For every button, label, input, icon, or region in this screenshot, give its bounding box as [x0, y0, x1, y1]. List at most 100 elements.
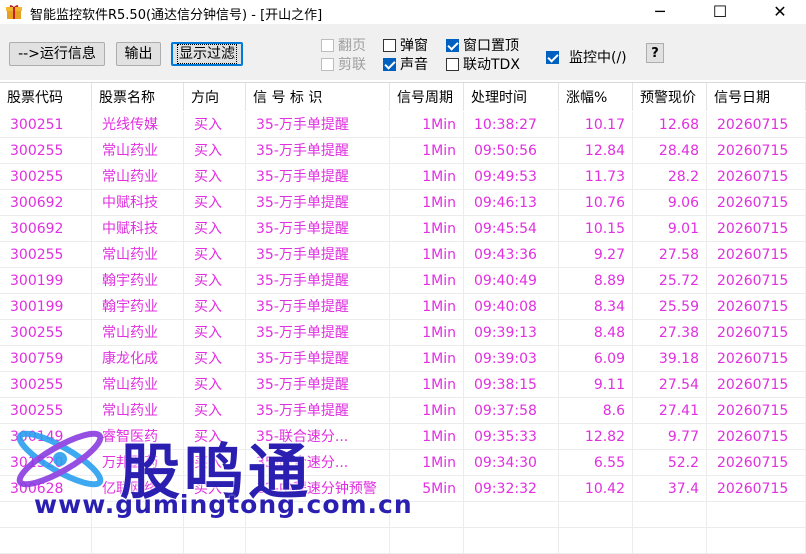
cell-signal-date: 20260715 — [707, 190, 806, 216]
link-tdx-checkbox-box — [446, 57, 459, 71]
cell-stock-name: 翰宇药业 — [92, 268, 184, 294]
cell-signal-date: 20260715 — [707, 450, 806, 476]
cell-stock-code: 300759 — [0, 346, 92, 372]
table-row[interactable]: 300255 常山药业 买入 35-万手单提醒 1Min 09:37:58 8.6 27.41… — [0, 398, 806, 424]
cell-stock-name: 常山药业 — [92, 242, 184, 268]
column-header-stock-name[interactable]: 股票名称 — [92, 83, 184, 111]
cell-alert-price: 28.48 — [633, 138, 707, 164]
cell-signal-id: 35-万手单提醒 — [246, 164, 390, 190]
pin-top-checkbox[interactable]: 窗口置顶 — [446, 36, 519, 54]
cell-signal-id: 35-万手单提醒 — [246, 398, 390, 424]
cell-process-time: 09:45:54 — [464, 216, 559, 242]
cell-change-pct: 11.73 — [559, 164, 633, 190]
cell-process-time: 09:50:56 — [464, 138, 559, 164]
empty-cell — [559, 502, 633, 528]
table-row[interactable]: 300759 康龙化成 买入 35-万手单提醒 1Min 09:39:03 6.09 39.1… — [0, 346, 806, 372]
empty-cell — [633, 502, 707, 528]
cell-stock-code: 300199 — [0, 294, 92, 320]
flip-page-checkbox-box — [321, 38, 334, 52]
table-row[interactable]: 300692 中赋科技 买入 35-万手单提醒 1Min 09:46:13 10.76 9.0… — [0, 190, 806, 216]
table-row[interactable]: 300692 中赋科技 买入 35-万手单提醒 1Min 09:45:54 10.15 9.0… — [0, 216, 806, 242]
empty-cell — [559, 528, 633, 554]
cell-direction: 买入 — [184, 398, 246, 424]
monitoring-checkbox[interactable]: 监控中(/) — [546, 48, 627, 66]
cell-stock-code: 300255 — [0, 320, 92, 346]
cell-alert-price: 27.38 — [633, 320, 707, 346]
output-button[interactable]: 输出 — [116, 42, 161, 66]
cell-signal-period: 1Min — [390, 320, 464, 346]
table-row[interactable]: 300199 翰宇药业 买入 35-万手单提醒 1Min 09:40:49 8.89 25.7… — [0, 268, 806, 294]
cell-alert-price: 9.01 — [633, 216, 707, 242]
cell-signal-date: 20260715 — [707, 398, 806, 424]
cell-signal-id: 35-万手单提醒 — [246, 112, 390, 138]
table-row[interactable]: 300255 常山药业 买入 35-万手单提醒 1Min 09:50:56 12.84 28.… — [0, 138, 806, 164]
clip-link-label: 剪联 — [338, 57, 366, 73]
sound-checkbox[interactable]: 声音 — [383, 55, 428, 73]
table-row[interactable]: 300255 常山药业 买入 35-万手单提醒 1Min 09:49:53 11.73 28.… — [0, 164, 806, 190]
flip-page-checkbox[interactable]: 翻页 — [321, 36, 366, 54]
cell-stock-name: 中赋科技 — [92, 216, 184, 242]
cell-change-pct: 9.27 — [559, 242, 633, 268]
clip-link-checkbox[interactable]: 剪联 — [321, 55, 366, 73]
cell-change-pct: 8.48 — [559, 320, 633, 346]
table-row[interactable]: 300199 翰宇药业 买入 35-万手单提醒 1Min 09:40:08 8.34 25.5… — [0, 294, 806, 320]
column-header-alert-price[interactable]: 预警现价 — [633, 83, 707, 111]
empty-cell — [464, 528, 559, 554]
empty-cell — [707, 528, 806, 554]
cell-change-pct: 12.84 — [559, 138, 633, 164]
run-info-label: -->运行信息 — [18, 46, 96, 62]
link-tdx-checkbox[interactable]: 联动TDX — [446, 55, 520, 73]
minimize-button[interactable]: ─ — [638, 0, 682, 24]
cell-signal-date: 20260715 — [707, 320, 806, 346]
cell-process-time: 09:35:33 — [464, 424, 559, 450]
cell-direction: 买入 — [184, 164, 246, 190]
column-header-signal-period[interactable]: 信号周期 — [390, 83, 464, 111]
cell-alert-price: 12.68 — [633, 112, 707, 138]
cell-signal-date: 20260715 — [707, 372, 806, 398]
cell-signal-period: 1Min — [390, 164, 464, 190]
maximize-button[interactable]: ☐ — [698, 0, 742, 24]
run-info-button[interactable]: -->运行信息 — [9, 42, 105, 66]
help-button[interactable]: ? — [646, 43, 664, 63]
column-header-stock-code[interactable]: 股票代码 — [0, 83, 92, 111]
empty-cell — [390, 528, 464, 554]
table-row[interactable]: 300255 常山药业 买入 35-万手单提醒 1Min 09:38:15 9.11 27.5… — [0, 372, 806, 398]
empty-cell — [633, 528, 707, 554]
column-header-signal-date[interactable]: 信号日期 — [707, 83, 806, 111]
cell-stock-name: 中赋科技 — [92, 190, 184, 216]
clip-link-checkbox-box — [321, 57, 334, 71]
column-header-process-time[interactable]: 处理时间 — [464, 83, 559, 111]
empty-cell — [464, 502, 559, 528]
cell-alert-price: 9.77 — [633, 424, 707, 450]
cell-change-pct: 10.15 — [559, 216, 633, 242]
column-header-signal-id[interactable]: 信 号 标 识 — [246, 83, 390, 111]
show-filter-button[interactable]: 显示过滤 — [171, 42, 243, 66]
cell-process-time: 09:40:49 — [464, 268, 559, 294]
column-header-direction[interactable]: 方向 — [184, 83, 246, 111]
cell-direction: 买入 — [184, 372, 246, 398]
table-row[interactable]: 300255 常山药业 买入 35-万手单提醒 1Min 09:43:36 9.27 27.5… — [0, 242, 806, 268]
cell-stock-name: 常山药业 — [92, 372, 184, 398]
cell-process-time: 09:40:08 — [464, 294, 559, 320]
cell-signal-period: 1Min — [390, 268, 464, 294]
monitoring-label: 监控中(/) — [569, 50, 627, 66]
table-row[interactable]: 300255 常山药业 买入 35-万手单提醒 1Min 09:39:13 8.48 27.3… — [0, 320, 806, 346]
table-row[interactable]: 300251 光线传媒 买入 35-万手单提醒 1Min 10:38:27 10.17 12.… — [0, 112, 806, 138]
cell-signal-period: 1Min — [390, 112, 464, 138]
cell-alert-price: 28.2 — [633, 164, 707, 190]
popup-checkbox[interactable]: 弹窗 — [383, 36, 428, 54]
window-title: 智能监控软件R5.50(通达信分钟信号) - [开山之作] — [30, 8, 323, 23]
cell-stock-name: 常山药业 — [92, 164, 184, 190]
pin-top-label: 窗口置顶 — [463, 38, 519, 54]
empty-cell — [707, 502, 806, 528]
close-button[interactable]: ✕ — [758, 0, 802, 24]
cell-signal-id: 35-万手单提醒 — [246, 372, 390, 398]
empty-cell — [184, 528, 246, 554]
column-header-change-pct[interactable]: 涨幅% — [559, 83, 633, 111]
cell-change-pct: 9.11 — [559, 372, 633, 398]
cell-alert-price: 25.59 — [633, 294, 707, 320]
cell-stock-name: 光线传媒 — [92, 112, 184, 138]
cell-signal-period: 1Min — [390, 346, 464, 372]
cell-direction: 买入 — [184, 216, 246, 242]
cell-signal-date: 20260715 — [707, 164, 806, 190]
